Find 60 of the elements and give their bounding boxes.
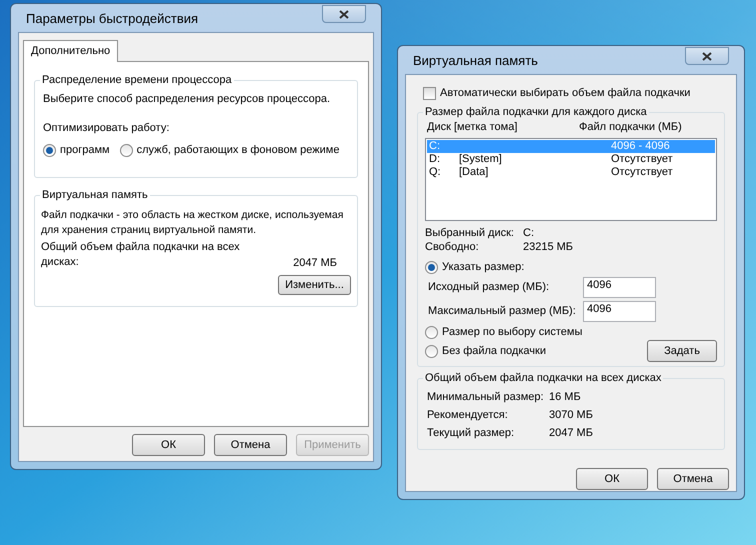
volume-label: [Data] (459, 166, 490, 179)
drive-letter: C: (429, 140, 441, 153)
radio-label: Размер по выбору системы (442, 326, 582, 339)
dialog-button[interactable]: ОК (576, 468, 648, 490)
total-label: Минимальный размер: (427, 391, 545, 405)
radio-button[interactable] (425, 326, 438, 339)
close-button[interactable] (685, 47, 729, 65)
free-space-label: Свободно: (425, 241, 480, 254)
dialog-button[interactable]: Отмена (214, 434, 287, 456)
drive-letter: Q: (429, 166, 442, 179)
total-label: Текущий размер: (427, 427, 516, 441)
radio-label: программ (60, 144, 110, 157)
size-label: Исходный размер (МБ): (428, 281, 550, 294)
dialog-button[interactable]: Задать (647, 340, 717, 362)
close-icon (339, 10, 349, 18)
group-title: Общий объем файла подкачки на всех дисках (423, 371, 664, 385)
tab[interactable]: Дополнительно (23, 40, 118, 62)
close-button[interactable] (322, 5, 366, 23)
dialog-button[interactable]: Изменить... (278, 275, 351, 295)
drive-row[interactable]: Q: [Data] Отсутствует (427, 166, 715, 179)
radio-label: Без файла подкачки (442, 344, 547, 358)
total-value: 16 МБ (549, 391, 581, 405)
total-value: 2047 МБ (549, 427, 593, 441)
description-text: Файл подкачки - это область на жестком диске, используемая для хранения страниц виртуальной памяти. (41, 208, 344, 238)
radio-label: Указать размер: (442, 261, 524, 274)
close-icon (702, 52, 712, 60)
volume-label: [System] (459, 153, 503, 166)
size-label: Максимальный размер (МБ): (428, 305, 577, 318)
radio-button[interactable] (425, 261, 438, 274)
optimize-label: Оптимизировать работу: (43, 122, 170, 135)
column-header: Диск [метка тома] (426, 121, 518, 134)
group-title: Размер файла подкачки для каждого диска (423, 105, 649, 119)
radio-button[interactable] (120, 144, 133, 157)
total-value: 2047 МБ (293, 257, 337, 270)
column-header: Файл подкачки (МБ) (579, 121, 682, 134)
window-title: Виртуальная память (413, 54, 538, 66)
dialog-button[interactable]: Отмена (657, 468, 729, 490)
group-title: Виртуальная память (40, 188, 150, 202)
total-label: Рекомендуется: (427, 409, 509, 423)
description-text: Выберите способ распределения ресурсов процессора. (43, 93, 332, 106)
radio-button[interactable] (425, 344, 438, 358)
checkbox[interactable] (423, 87, 436, 100)
dialog-button[interactable]: ОК (132, 434, 205, 456)
group-title: Распределение времени процессора (40, 73, 234, 87)
selected-drive-value: C: (523, 227, 534, 240)
free-space-value: 23215 МБ (523, 241, 574, 254)
drive-letter: D: (429, 153, 441, 166)
paging-file-size: Отсутствует (611, 153, 673, 166)
selected-drive-label: Выбранный диск: (425, 227, 515, 240)
radio-label: служб, работающих в фоновом режиме (136, 144, 340, 157)
paging-file-size: 4096 - 4096 (611, 140, 670, 153)
checkbox-label: Автоматически выбирать объем файла подкачки (440, 87, 690, 100)
total-label: Общий объем файла подкачки на всех дисках: (41, 240, 241, 270)
radio-button[interactable] (43, 144, 56, 157)
paging-file-size: Отсутствует (611, 166, 673, 179)
size-input[interactable]: 4096 (583, 301, 656, 322)
total-value: 3070 МБ (549, 409, 593, 423)
window-title: Параметры быстродействия (26, 12, 198, 24)
drive-row[interactable]: D: [System] Отсутствует (427, 153, 715, 166)
size-input[interactable]: 4096 (583, 277, 656, 298)
